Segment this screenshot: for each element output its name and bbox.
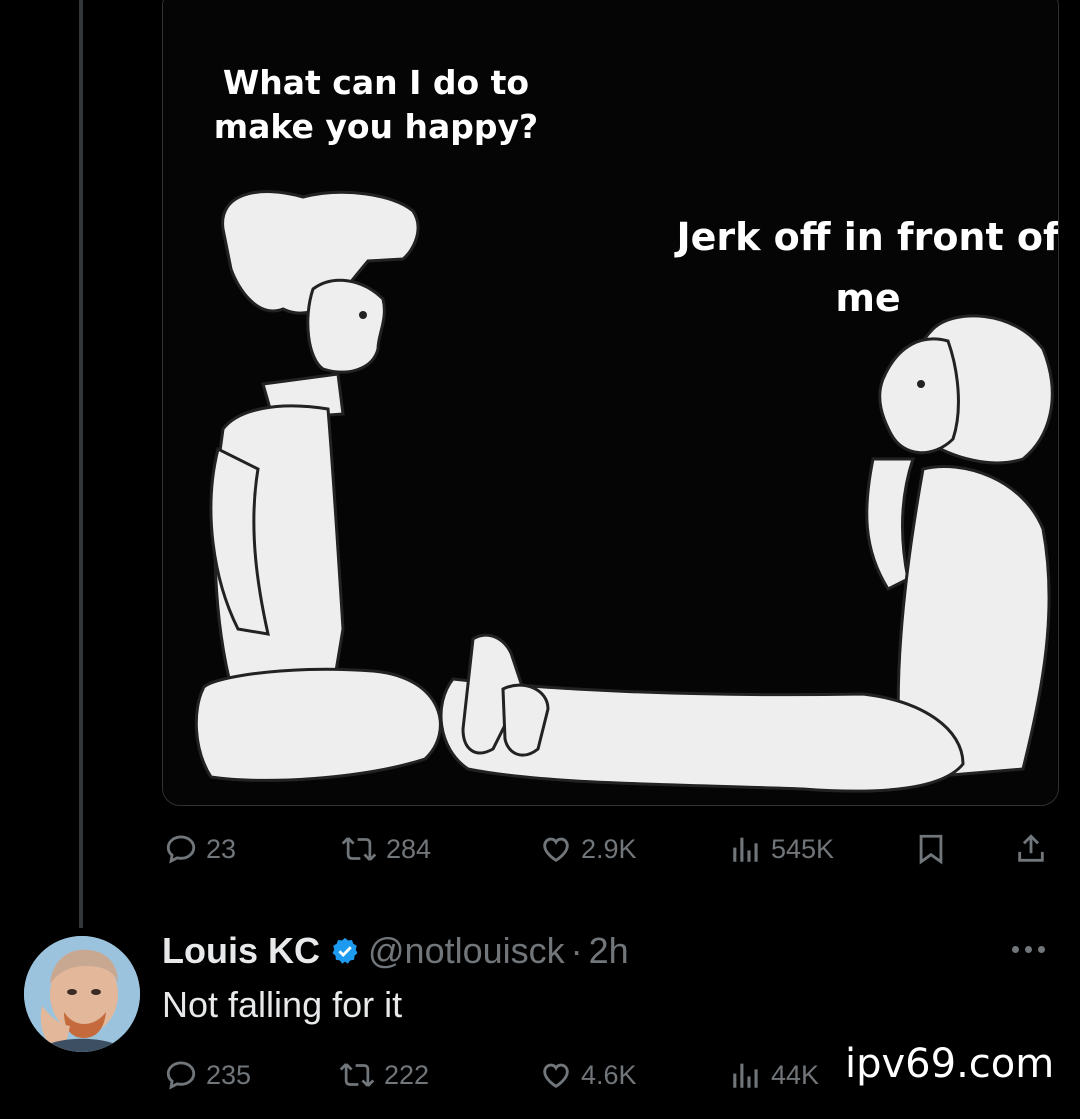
verified-badge-icon (332, 937, 358, 964)
views-count: 545K (771, 833, 835, 864)
views-button[interactable]: 545K (729, 829, 834, 869)
like-button[interactable]: 2.9K (539, 829, 637, 869)
reply-views-button[interactable]: 44K (729, 1055, 819, 1095)
tweet-action-bar: 23 284 2.9K 545K (162, 829, 1052, 869)
tweet-media-image[interactable]: What can I do to make you happy? Jerk of… (162, 0, 1059, 806)
bookmark-button[interactable] (914, 829, 948, 869)
bookmark-icon (919, 834, 943, 865)
more-icon-dot (1038, 946, 1045, 953)
meme-speech-right: Jerk off in front of me (676, 215, 1059, 320)
repost-icon (339, 1063, 375, 1087)
avatar[interactable] (24, 936, 140, 1052)
share-button[interactable] (1014, 829, 1048, 869)
repost-count: 284 (386, 833, 432, 864)
reply-count: 23 (206, 833, 237, 864)
more-icon-dot (1025, 946, 1032, 953)
share-icon (1018, 834, 1044, 862)
like-icon (543, 1063, 569, 1088)
views-icon (733, 1063, 758, 1088)
reply-reply-count: 235 (206, 1059, 252, 1090)
reply-text: Not falling for it (162, 984, 403, 1025)
reply-button[interactable]: 23 (164, 829, 236, 869)
like-count: 2.9K (581, 833, 637, 864)
more-icon (1012, 946, 1019, 953)
watermark: ipv69.com (845, 1041, 1055, 1087)
views-icon (733, 837, 758, 862)
reply-icon (166, 835, 196, 864)
avatar-portrait-icon (24, 936, 140, 1052)
reply-reply-button[interactable]: 235 (164, 1055, 251, 1095)
reply-header: Louis KC @notlouisck · 2h (162, 930, 629, 972)
repost-button[interactable]: 284 (340, 829, 431, 869)
repost-icon (341, 837, 377, 861)
reply-author-name[interactable]: Louis KC (162, 930, 320, 972)
reply-views-count: 44K (771, 1059, 820, 1090)
reply-like-button[interactable]: 4.6K (539, 1055, 637, 1095)
thread-line (79, 0, 83, 928)
like-icon (543, 837, 569, 862)
reply-repost-button[interactable]: 222 (338, 1055, 429, 1095)
reply-separator: · (570, 930, 583, 971)
reply-author-handle[interactable]: @notlouisck (368, 930, 565, 972)
reply-tweet[interactable]: Louis KC @notlouisck · 2h Not falling fo… (0, 928, 1080, 1119)
reply-repost-count: 222 (384, 1059, 430, 1090)
reply-like-count: 4.6K (581, 1059, 637, 1090)
reply-icon (166, 1061, 196, 1090)
reply-timestamp[interactable]: 2h (589, 930, 629, 972)
meme-speech-left: What can I do to make you happy? (213, 63, 539, 146)
more-options-button[interactable] (1012, 946, 1045, 953)
